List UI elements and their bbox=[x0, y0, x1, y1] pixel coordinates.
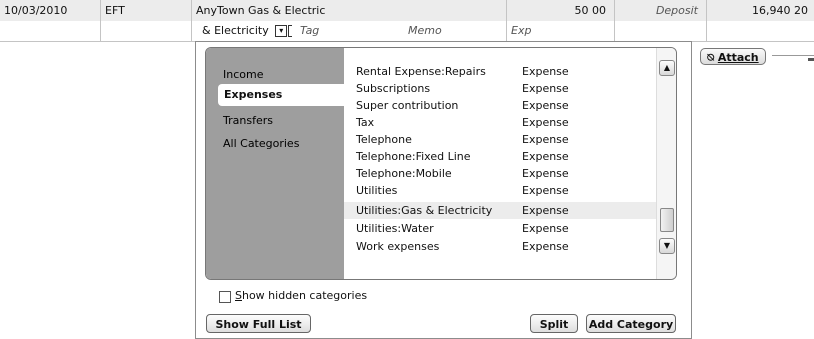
payee-cell[interactable]: AnyTown Gas & Electric bbox=[192, 0, 507, 21]
dropdown-arrow-icon[interactable]: ▾ bbox=[275, 25, 288, 37]
tab-edge-mark bbox=[808, 58, 814, 61]
register-row-detail[interactable]: & Electricity ▾▯ Tag Memo Exp bbox=[0, 21, 814, 42]
tab-edge bbox=[772, 55, 814, 68]
attach-button[interactable]: ⍉ Attach bbox=[700, 48, 766, 65]
category-name: Super contribution bbox=[356, 99, 459, 112]
empty-cell bbox=[615, 21, 707, 41]
sidebar-item-income[interactable]: Income bbox=[223, 68, 263, 81]
category-type: Expense bbox=[522, 99, 569, 112]
category-type: Expense bbox=[522, 167, 569, 180]
scroll-up-arrow-icon[interactable]: ▲ bbox=[659, 60, 675, 76]
add-category-button[interactable]: Add Category bbox=[586, 314, 676, 333]
category-name: Work expenses bbox=[356, 240, 440, 253]
sidebar-item-transfers[interactable]: Transfers bbox=[223, 114, 273, 127]
empty-cell bbox=[0, 21, 101, 41]
category-row[interactable]: Utilities:Water Expense bbox=[344, 220, 656, 237]
category-panel: Income Expenses Transfers All Categories… bbox=[205, 47, 677, 280]
sidebar-item-all-categories[interactable]: All Categories bbox=[223, 137, 299, 150]
category-row[interactable]: Tax Expense bbox=[344, 114, 656, 131]
split-button[interactable]: Split bbox=[530, 314, 578, 333]
show-hidden-label[interactable]: Show hidden categories bbox=[235, 289, 367, 302]
category-row-selected[interactable]: Utilities:Gas & Electricity Expense bbox=[344, 202, 656, 219]
category-sidebar: Income Expenses Transfers All Categories bbox=[206, 48, 344, 279]
category-type: Expense bbox=[522, 240, 569, 253]
deposit-cell[interactable]: Deposit bbox=[615, 0, 707, 21]
show-hidden-checkbox[interactable] bbox=[219, 291, 231, 303]
show-full-list-button[interactable]: Show Full List bbox=[206, 314, 311, 333]
category-row[interactable]: Telephone Expense bbox=[344, 131, 656, 148]
sidebar-item-expenses[interactable]: Expenses bbox=[218, 84, 344, 106]
category-row[interactable]: Telephone:Fixed Line Expense bbox=[344, 148, 656, 165]
category-type: Expense bbox=[522, 150, 569, 163]
category-list-icon[interactable]: ▯ bbox=[288, 25, 292, 37]
empty-cell bbox=[101, 21, 192, 41]
category-row[interactable]: Telephone:Mobile Expense bbox=[344, 165, 656, 182]
scrollbar-thumb[interactable] bbox=[660, 208, 674, 232]
category-type: Expense bbox=[522, 116, 569, 129]
category-row[interactable]: Subscriptions Expense bbox=[344, 80, 656, 97]
category-type: Expense bbox=[522, 204, 569, 217]
category-row[interactable]: Utilities Expense bbox=[344, 182, 656, 199]
category-name: Telephone:Mobile bbox=[356, 167, 452, 180]
category-name: Subscriptions bbox=[356, 82, 431, 95]
category-text[interactable]: & Electricity bbox=[202, 24, 269, 37]
date-cell[interactable]: 10/03/2010 bbox=[0, 0, 101, 21]
category-name: Tax bbox=[356, 116, 375, 129]
category-name: Utilities:Water bbox=[356, 222, 434, 235]
memo-field[interactable]: Memo bbox=[404, 21, 507, 41]
category-field[interactable]: & Electricity ▾▯ bbox=[192, 21, 292, 41]
amount-cell[interactable]: 50 00 bbox=[507, 0, 615, 21]
scroll-down-arrow-icon[interactable]: ▼ bbox=[659, 238, 675, 254]
category-name: Telephone bbox=[356, 133, 412, 146]
balance-cell: 16,940 20 bbox=[752, 4, 808, 17]
attach-label: Attach bbox=[717, 51, 759, 64]
category-type: Expense bbox=[522, 65, 569, 78]
category-type: Expense bbox=[522, 82, 569, 95]
category-name: Utilities:Gas & Electricity bbox=[356, 204, 493, 217]
paperclip-icon: ⍉ bbox=[707, 51, 714, 64]
category-name: Telephone:Fixed Line bbox=[356, 150, 471, 163]
category-type: Expense bbox=[522, 222, 569, 235]
category-list[interactable]: Rental Expense:Repairs Expense Subscripti… bbox=[344, 48, 656, 279]
tag-field[interactable]: Tag bbox=[296, 21, 396, 41]
category-name: Utilities bbox=[356, 184, 398, 197]
category-row[interactable]: Rental Expense:Repairs Expense bbox=[344, 63, 656, 80]
category-row[interactable]: Super contribution Expense bbox=[344, 97, 656, 114]
category-name: Rental Expense:Repairs bbox=[356, 65, 486, 78]
empty-cell bbox=[707, 21, 814, 41]
category-type: Expense bbox=[522, 184, 569, 197]
category-scrollbar[interactable]: ▲ ▼ bbox=[656, 48, 676, 279]
category-type: Expense bbox=[522, 133, 569, 146]
category-row[interactable]: Work expenses Expense bbox=[344, 238, 656, 255]
exp-field[interactable]: Exp bbox=[507, 21, 615, 41]
type-cell[interactable]: EFT bbox=[101, 0, 192, 21]
register-row-transaction[interactable]: 10/03/2010 EFT AnyTown Gas & Electric 50… bbox=[0, 0, 814, 22]
